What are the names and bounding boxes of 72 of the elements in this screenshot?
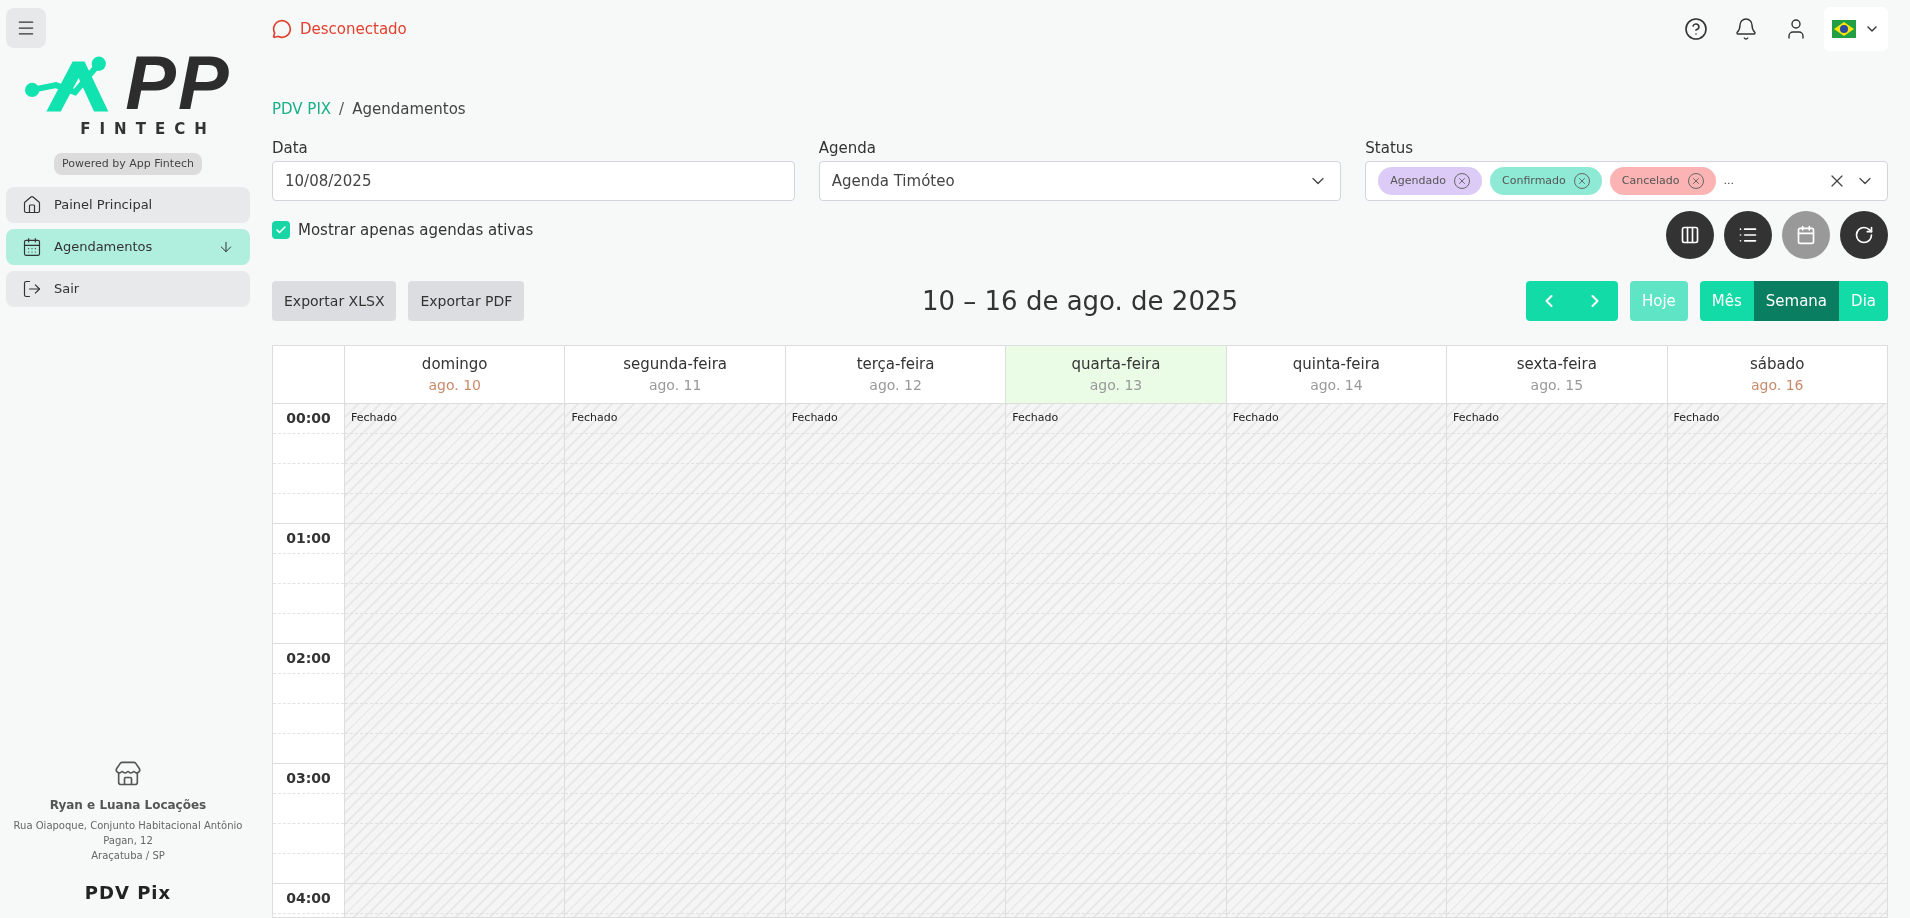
flag-icon [1832,20,1856,38]
closed-label: Fechado [1012,411,1059,424]
list-icon [1738,225,1758,245]
day-date: ago. 16 [1751,376,1804,396]
sidebar-item[interactable]: Painel Principal [6,187,250,223]
breadcrumb-separator: / [339,99,345,120]
day-name: segunda-feira [623,353,727,375]
logo-text: PP [125,52,231,114]
closed-label: Fechado [1453,411,1500,424]
closed-label: Fechado [1673,411,1720,424]
field-label: Data [272,137,309,159]
store-name: Ryan e Luana Locações [49,797,207,814]
store-icon [114,760,142,788]
status-chip[interactable]: Confirmado [1490,167,1602,195]
view-tab[interactable]: Semana [1753,281,1840,321]
view-button[interactable] [1840,211,1888,259]
day-date: ago. 13 [1089,376,1143,396]
day-name: sexta-feira [1516,353,1597,375]
status-chip[interactable]: Cancelado [1609,167,1716,195]
export-button[interactable]: Exportar PDF [408,281,525,321]
day-date: ago. 10 [428,376,481,396]
store-address: Rua Oiapoque, Conjunto Habitacional Antônio Pagan, 12 [12,819,244,848]
columns-icon [1680,225,1700,245]
export-button[interactable]: Exportar XLSX [272,281,397,321]
day-date: ago. 14 [1310,376,1363,396]
store-city: Araçatuba / SP [91,849,165,863]
status-select[interactable]: Agendado Confirmado Cancelado ... [1365,161,1888,201]
time-label: 00:00 [286,409,331,428]
time-label: 04:00 [286,889,331,908]
breadcrumb-current: Agendamentos [352,99,466,120]
day-date: ago. 15 [1530,376,1584,396]
day-name: sábado [1750,353,1805,375]
refresh-icon [1854,225,1874,245]
powered-by-badge: Powered by App Fintech [54,152,202,175]
app-name: PDV Pix [84,881,172,905]
calendar-icon [22,237,42,257]
time-label: 02:00 [286,649,331,668]
closed-label: Fechado [351,411,397,424]
connection-status: Desconectado [300,18,407,40]
logo-subtitle: FINTECH [80,119,216,140]
notification-icon[interactable] [1734,17,1758,41]
home-icon [22,195,42,215]
date-field[interactable]: 10/08/2025 [272,161,795,201]
field-label: Status [1365,137,1415,159]
day-name: terça-feira [856,353,935,375]
closed-label: Fechado [791,411,838,424]
logout-icon [22,279,42,299]
day-name: quinta-feira [1292,353,1380,375]
menu-button[interactable] [6,8,46,48]
help-icon[interactable] [1684,17,1708,41]
date-range-title: 10 – 16 de ago. de 2025 [921,284,1239,318]
closed-label: Fechado [1232,411,1279,424]
sidebar-item[interactable]: Sair [6,271,250,307]
time-label: 03:00 [286,769,331,788]
calendar-icon [1796,225,1816,245]
time-label: 01:00 [286,529,331,548]
sidebar-item[interactable]: Agendamentos [6,229,250,265]
closed-label: Fechado [571,411,618,424]
view-button[interactable] [1724,211,1772,259]
day-date: ago. 12 [869,376,922,396]
more-indicator: ... [1723,172,1736,189]
language-selector[interactable] [1824,7,1888,51]
day-name: domingo [421,353,488,375]
checkbox[interactable] [272,221,290,240]
view-button[interactable] [1666,211,1714,259]
chat-bubble-icon [272,19,292,39]
day-date: ago. 11 [648,376,702,396]
status-chip[interactable]: Agendado [1378,167,1482,195]
checkbox-label: Mostrar apenas agendas ativas [298,220,534,241]
field-label: Agenda [818,137,877,159]
agenda-select[interactable]: Agenda Timóteo [818,161,1342,201]
day-name: quarta-feira [1071,353,1161,375]
